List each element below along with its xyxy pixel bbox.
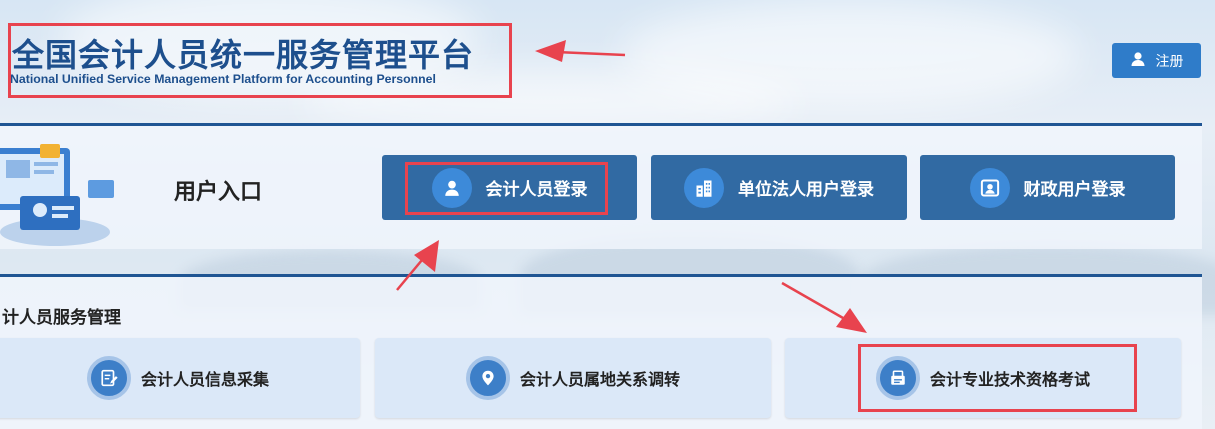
info-collection-card[interactable]: 会计人员信息采集 <box>0 338 360 418</box>
exam-highlight-box <box>858 344 1137 412</box>
finance-user-login-label: 财政用户登录 <box>1023 180 1126 200</box>
jurisdiction-transfer-card[interactable]: 会计人员属地关系调转 <box>375 338 771 418</box>
logo-highlight-box <box>8 23 512 98</box>
register-label: 注册 <box>1155 52 1184 69</box>
computer-illustration <box>0 140 150 250</box>
jurisdiction-transfer-label: 会计人员属地关系调转 <box>519 370 680 389</box>
register-button[interactable]: 注册 <box>1112 43 1201 78</box>
service-management-title: 计人员服务管理 <box>2 308 121 328</box>
accountant-login-highlight-box <box>405 162 608 215</box>
edit-form-icon <box>86 356 131 400</box>
entity-legal-login-label: 单位法人用户登录 <box>738 180 874 200</box>
user-entry-title: 用户入口 <box>174 180 263 205</box>
location-pin-icon <box>465 356 510 400</box>
finance-user-login-button[interactable]: 财政用户登录 <box>920 155 1175 220</box>
id-card-icon <box>969 167 1010 208</box>
user-icon <box>1130 51 1146 70</box>
info-collection-label: 会计人员信息采集 <box>140 370 269 389</box>
building-icon <box>684 167 724 208</box>
entity-legal-login-button[interactable]: 单位法人用户登录 <box>651 155 907 220</box>
